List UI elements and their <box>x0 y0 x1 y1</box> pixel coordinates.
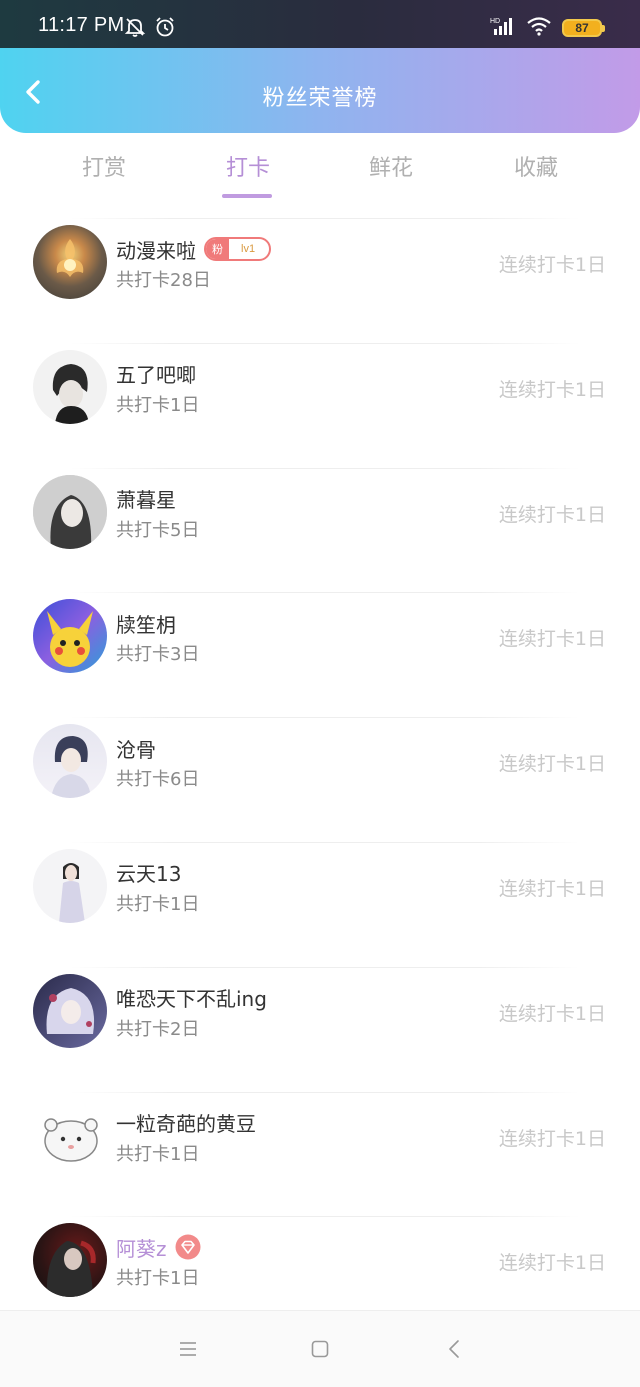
fan-name: 阿葵z <box>116 1236 167 1261</box>
page-title: 粉丝荣誉榜 <box>262 86 378 111</box>
divider <box>70 1091 580 1093</box>
tab-bar: 打赏 打卡 鲜花 收藏 <box>0 150 640 200</box>
menu-button[interactable] <box>176 1337 200 1361</box>
avatar[interactable] <box>33 474 107 549</box>
hd-signal-icon: HD <box>490 16 516 40</box>
diamond-vip-icon <box>175 1234 200 1260</box>
tab-checkin-label: 打卡 <box>225 156 270 181</box>
total-checkins: 共打卡6日 <box>116 769 200 791</box>
streak-checkins: 连续打卡1日 <box>498 753 606 776</box>
total-checkins: 共打卡28日 <box>116 270 211 291</box>
divider <box>70 841 580 843</box>
name-line: 沧骨 <box>116 735 156 762</box>
streak-checkins: 连续打卡1日 <box>498 378 606 401</box>
fan-name: 云天13 <box>116 862 182 887</box>
list-item[interactable]: 五了吧唧 共打卡1日 连续打卡1日 <box>0 342 640 468</box>
status-bar: 11:17 PM HD 87 <box>0 0 640 48</box>
streak-checkins: 连续打卡1日 <box>498 1252 606 1275</box>
tab-flowers[interactable]: 鲜花 <box>341 150 441 182</box>
list-item[interactable]: 萧暮星 共打卡5日 连续打卡1日 <box>0 467 640 593</box>
divider <box>70 966 580 968</box>
total-checkins: 共打卡5日 <box>116 519 200 541</box>
fan-name: 动漫来啦 <box>116 238 196 263</box>
total-checkins: 共打卡1日 <box>116 893 200 915</box>
system-back-button[interactable] <box>443 1337 467 1361</box>
name-line: 五了吧唧 <box>116 361 196 387</box>
total-checkins: 共打卡1日 <box>116 1268 200 1290</box>
back-triangle-icon <box>449 1340 459 1358</box>
list-item[interactable]: 一粒奇葩的黄豆 共打卡1日 连续打卡1日 <box>0 1091 640 1217</box>
divider <box>70 218 580 219</box>
avatar[interactable] <box>33 349 107 424</box>
fan-level-badge: 粉 lv1 <box>204 237 272 261</box>
avatar[interactable] <box>33 225 107 299</box>
name-line: 牍笙枂 <box>116 610 176 637</box>
name-line: 一粒奇葩的黄豆 <box>116 1110 256 1136</box>
total-checkins: 共打卡1日 <box>116 1143 200 1165</box>
tab-tip[interactable]: 打赏 <box>54 150 154 182</box>
home-button[interactable] <box>308 1337 332 1361</box>
svg-text:HD: HD <box>490 18 500 25</box>
divider <box>70 1216 580 1218</box>
fan-list: 动漫来啦 粉 lv1 共打卡28日 连续打卡1日 五了吧唧 共打卡1日 连续打卡… <box>0 218 640 1341</box>
tab-favorites[interactable]: 收藏 <box>486 150 586 182</box>
header: 粉丝荣誉榜 <box>0 48 640 133</box>
avatar[interactable] <box>33 1223 107 1298</box>
fan-name: 五了吧唧 <box>116 363 196 388</box>
tab-checkin[interactable]: 打卡 <box>198 150 298 198</box>
fan-name: 唯恐天下不乱ing <box>116 987 267 1012</box>
mute-bell-icon <box>124 16 146 42</box>
name-line: 阿葵z <box>116 1234 201 1261</box>
list-item[interactable]: 动漫来啦 粉 lv1 共打卡28日 连续打卡1日 <box>0 218 640 343</box>
fan-badge-level: lv1 <box>241 243 256 255</box>
name-line: 唯恐天下不乱ing <box>116 985 267 1011</box>
status-time: 11:17 PM <box>38 14 125 36</box>
avatar[interactable] <box>33 848 107 923</box>
fan-badge-label: 粉 <box>206 239 229 259</box>
streak-checkins: 连续打卡1日 <box>498 1127 606 1150</box>
fan-name: 沧骨 <box>116 737 156 762</box>
alarm-icon <box>154 16 176 42</box>
fan-name: 牍笙枂 <box>116 612 176 637</box>
name-line: 动漫来啦 粉 lv1 <box>116 236 272 263</box>
total-checkins: 共打卡3日 <box>116 644 200 666</box>
avatar[interactable] <box>33 1098 107 1173</box>
page: 11:17 PM HD 87 粉丝荣誉榜 打赏 打卡 鲜花 收藏 动漫来啦 粉 … <box>0 0 640 1387</box>
streak-checkins: 连续打卡1日 <box>498 254 606 276</box>
name-line: 萧暮星 <box>116 486 176 512</box>
status-right-icons: HD 87 <box>490 16 605 40</box>
name-line: 云天13 <box>116 860 181 886</box>
list-item[interactable]: 唯恐天下不乱ing 共打卡2日 连续打卡1日 <box>0 966 640 1092</box>
home-square-icon <box>311 1340 329 1358</box>
avatar[interactable] <box>33 973 107 1048</box>
avatar[interactable] <box>33 724 107 799</box>
divider <box>70 717 580 719</box>
system-nav-bar <box>0 1310 640 1387</box>
total-checkins: 共打卡1日 <box>116 394 200 416</box>
wifi-icon <box>526 16 552 40</box>
avatar[interactable] <box>33 599 107 674</box>
fan-name: 萧暮星 <box>116 488 176 513</box>
total-checkins: 共打卡2日 <box>116 1018 200 1040</box>
battery-icon: 87 <box>562 19 605 37</box>
streak-checkins: 连续打卡1日 <box>498 877 606 900</box>
tab-active-indicator <box>222 194 272 198</box>
streak-checkins: 连续打卡1日 <box>498 628 606 651</box>
status-left-icons <box>124 16 176 42</box>
divider <box>70 467 580 469</box>
list-item[interactable]: 云天13 共打卡1日 连续打卡1日 <box>0 841 640 967</box>
list-item[interactable]: 牍笙枂 共打卡3日 连续打卡1日 <box>0 592 640 717</box>
divider <box>70 342 580 344</box>
menu-icon <box>180 1342 196 1356</box>
streak-checkins: 连续打卡1日 <box>498 1002 606 1025</box>
fan-name: 一粒奇葩的黄豆 <box>116 1112 256 1137</box>
divider <box>70 592 580 594</box>
streak-checkins: 连续打卡1日 <box>498 503 606 526</box>
list-item[interactable]: 沧骨 共打卡6日 连续打卡1日 <box>0 717 640 842</box>
